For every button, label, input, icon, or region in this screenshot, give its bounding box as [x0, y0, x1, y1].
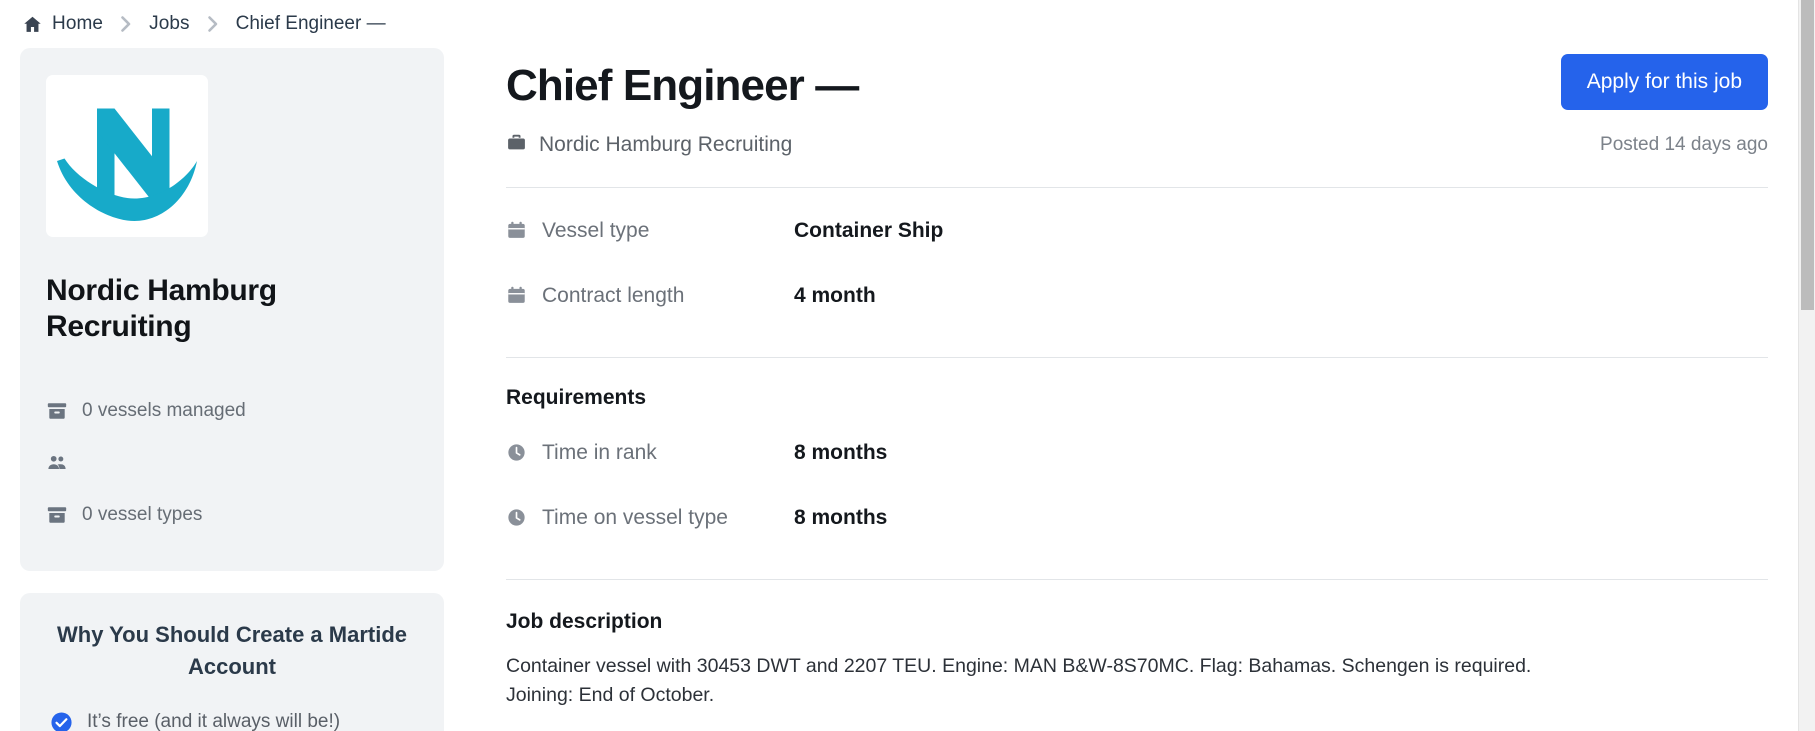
requirement-value-time-in-rank: 8 months [794, 440, 888, 464]
page-title: Chief Engineer — [506, 61, 859, 110]
stat-row-vessels-managed: 0 vessels managed [46, 385, 418, 437]
job-posted-date: Posted 14 days ago [1600, 134, 1768, 156]
job-detail-main: Chief Engineer — Apply for this job Nord… [462, 48, 1815, 709]
promo-item: It’s free (and it always will be!) [50, 709, 414, 731]
sidebar: Nordic Hamburg Recruiting 0 vessels mana… [0, 48, 462, 731]
requirement-label-time-on-vessel-type: Time on vessel type [542, 505, 728, 529]
clock-icon-2 [506, 507, 528, 528]
detail-label-contract-length: Contract length [542, 283, 685, 307]
home-icon [22, 14, 43, 35]
page-scrollbar-thumb[interactable] [1801, 0, 1814, 310]
company-name: Nordic Hamburg Recruiting [46, 274, 277, 343]
stat-text-vessel-types: 0 vessel types [82, 504, 203, 525]
company-stats: 0 vessels managed 0 vessel types [46, 385, 418, 541]
check-circle-icon [50, 711, 73, 731]
promo-title: Why You Should Create a Martide Account [56, 622, 407, 679]
promo-card: Why You Should Create a Martide Account … [20, 593, 444, 731]
detail-row-vessel-type: Vessel type Container Ship [506, 198, 1768, 263]
breadcrumb-current: Chief Engineer — [235, 13, 386, 34]
promo-list: It’s free (and it always will be!) We ma… [50, 709, 414, 731]
divider-3 [506, 579, 1768, 581]
briefcase-icon [506, 132, 527, 158]
job-company: Nordic Hamburg Recruiting [506, 132, 792, 158]
detail-label-vessel-type: Vessel type [542, 218, 650, 242]
nordic-hamburg-logo-icon [57, 108, 197, 221]
calendar-icon-2 [506, 285, 528, 306]
company-logo [46, 75, 208, 237]
promo-item-label: It’s free (and it always will be!) [87, 710, 341, 731]
detail-value-contract-length: 4 month [794, 283, 876, 307]
stat-row-crew [46, 437, 418, 489]
job-subheader: Nordic Hamburg Recruiting Posted 14 days… [506, 132, 1768, 158]
detail-row-contract-length: Contract length 4 month [506, 263, 1768, 328]
detail-value-vessel-type: Container Ship [794, 218, 944, 242]
archive-box-icon [46, 400, 68, 422]
requirement-value-time-on-vessel-type: 8 months [794, 505, 888, 529]
divider-2 [506, 357, 1768, 359]
stat-text-vessels-managed: 0 vessels managed [82, 400, 246, 421]
archive-box-icon-2 [46, 504, 68, 526]
people-icon [46, 452, 68, 474]
breadcrumb-link-jobs[interactable]: Jobs [149, 13, 190, 35]
clock-icon [506, 442, 528, 463]
breadcrumb-link-home[interactable]: Home [52, 13, 103, 35]
job-company-name: Nordic Hamburg Recruiting [539, 133, 793, 157]
company-card: Nordic Hamburg Recruiting 0 vessels mana… [20, 48, 444, 571]
job-header: Chief Engineer — Apply for this job [506, 54, 1768, 110]
calendar-icon [506, 220, 528, 241]
chevron-right-icon [119, 14, 133, 34]
requirements-heading: Requirements [506, 386, 647, 410]
requirement-row-time-in-rank: Time in rank 8 months [506, 420, 1768, 485]
requirements-list: Time in rank 8 months Time on vessel typ… [506, 410, 1768, 550]
chevron-right-icon-2 [206, 14, 220, 34]
job-description-body: Container vessel with 30453 DWT and 2207… [506, 655, 1532, 706]
requirement-label-time-in-rank: Time in rank [542, 440, 657, 464]
requirement-row-time-on-vessel-type: Time on vessel type 8 months [506, 485, 1768, 550]
apply-for-this-job-button[interactable]: Apply for this job [1560, 54, 1768, 110]
page-scrollbar[interactable] [1798, 0, 1815, 731]
stat-row-vessel-types: 0 vessel types [46, 489, 418, 541]
job-description-heading: Job description [506, 610, 663, 634]
page-body: Nordic Hamburg Recruiting 0 vessels mana… [0, 48, 1815, 731]
job-details-list: Vessel type Container Ship Contract leng… [506, 188, 1768, 328]
breadcrumb: Home Jobs Chief Engineer — [0, 0, 1815, 48]
